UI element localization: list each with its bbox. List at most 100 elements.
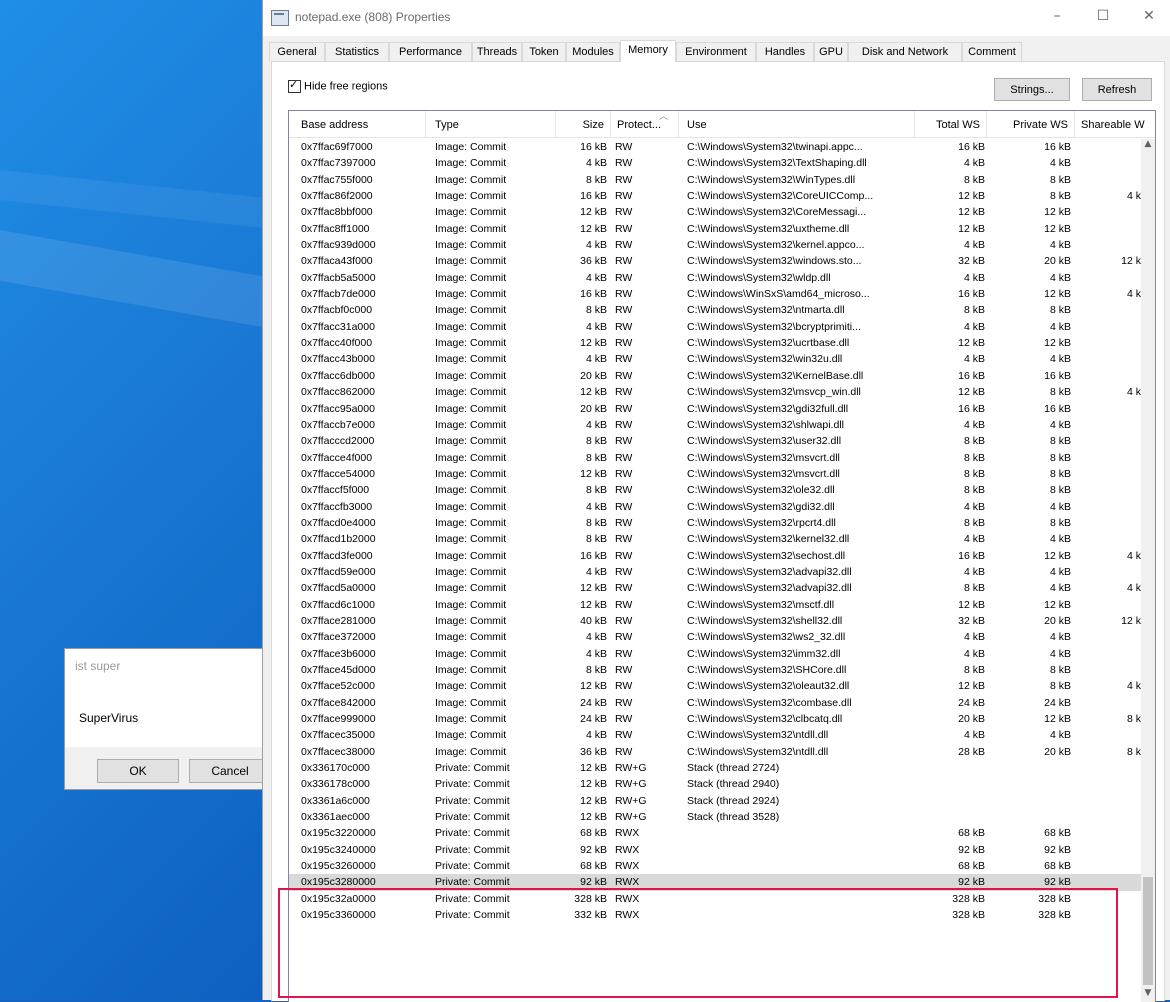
table-row[interactable]: 0x336170c000 Private: Commit 12 kB RW+G Stac… [289,760,1141,776]
cell-prot: RW+G [615,778,647,791]
table-row[interactable]: 0x7fface52c000 Image: Commit 12 kB RW C:\Win… [289,678,1141,694]
tab-comment[interactable]: Comment [962,42,1022,61]
tab-statistics[interactable]: Statistics [325,42,389,61]
table-row[interactable]: 0x7ffac86f2000 Image: Commit 16 kB RW C:\Win… [289,188,1141,204]
column-header-total-ws[interactable]: Total WS [915,111,987,137]
cell-pws: 8 kB [1049,173,1071,186]
table-row[interactable]: 0x195c3220000 Private: Commit 68 kB RWX 68 k… [289,825,1141,841]
table-row[interactable]: 0x7fface3b6000 Image: Commit 4 kB RW C:\Wind… [289,646,1141,662]
strings-button[interactable]: Strings... [994,78,1070,101]
table-row[interactable]: 0x195c32a0000 Private: Commit 328 kB RWX 328… [289,891,1141,907]
table-row[interactable]: 0x195c3280000 Private: Commit 92 kB RWX 92 k… [289,874,1141,891]
tab-disk-and-network[interactable]: Disk and Network [848,42,962,61]
memory-regions-list[interactable]: Base address Type Size Protect... Use To… [288,110,1156,1002]
table-row[interactable]: 0x7fface372000 Image: Commit 4 kB RW C:\Wind… [289,629,1141,645]
cell-base: 0x7ffacd1b2000 [301,533,376,546]
cell-sws [1079,302,1141,318]
hide-free-regions-checkbox[interactable]: Hide free regions [288,78,388,93]
table-row[interactable]: 0x7ffacc862000 Image: Commit 12 kB RW C:\Win… [289,384,1141,400]
cell-size: 4 kB [585,157,607,170]
table-row[interactable]: 0x7ffacce54000 Image: Commit 12 kB RW C:\Win… [289,466,1141,482]
column-header-base-address[interactable]: Base address [289,111,426,137]
cell-tws: 4 kB [963,320,985,333]
table-row[interactable]: 0x195c3260000 Private: Commit 68 kB RWX 68 k… [289,858,1141,874]
tab-memory[interactable]: Memory [620,40,676,62]
minimize-icon[interactable]: – [1047,8,1067,26]
table-row[interactable]: 0x7ffacccd2000 Image: Commit 8 kB RW C:\Wind… [289,433,1141,449]
table-row[interactable]: 0x7ffac939d000 Image: Commit 4 kB RW C:\Wind… [289,237,1141,253]
column-header-shareable-ws[interactable]: Shareable W [1075,111,1155,137]
maximize-icon[interactable]: ☐ [1093,8,1113,26]
cell-prot: RW+G [615,811,647,824]
table-row[interactable]: 0x7ffac755f000 Image: Commit 8 kB RW C:\Wind… [289,172,1141,188]
column-header-protection[interactable]: Protect... [611,111,679,137]
table-row[interactable]: 0x7ffac8ff1000 Image: Commit 12 kB RW C:\Win… [289,221,1141,237]
table-row[interactable]: 0x7ffacd6c1000 Image: Commit 12 kB RW C:\Win… [289,597,1141,613]
cell-pws: 12 kB [1044,549,1071,562]
tab-token[interactable]: Token [522,42,566,61]
cell-type: Image: Commit [435,353,507,366]
scroll-up-icon[interactable]: ▲ [1141,139,1155,153]
checkbox-checked-icon[interactable] [288,78,301,93]
table-row[interactable]: 0x7fface842000 Image: Commit 24 kB RW C:\Win… [289,695,1141,711]
column-header-type[interactable]: Type [426,111,556,137]
table-row[interactable]: 0x7ffac69f7000 Image: Commit 16 kB RW C:\Win… [289,139,1141,155]
table-row[interactable]: 0x7ffaccb7e000 Image: Commit 4 kB RW C:\Wind… [289,417,1141,433]
column-header-private-ws[interactable]: Private WS [987,111,1075,137]
table-row[interactable]: 0x7ffacd59e000 Image: Commit 4 kB RW C:\Wind… [289,564,1141,580]
title-bar[interactable]: notepad.exe (808) Properties – ☐ ✕ [263,0,1170,36]
table-row[interactable]: 0x7ffacc31a000 Image: Commit 4 kB RW C:\Wind… [289,319,1141,335]
cell-tws: 28 kB [958,745,985,758]
table-row[interactable]: 0x7ffacc40f000 Image: Commit 12 kB RW C:\Win… [289,335,1141,351]
tab-gpu[interactable]: GPU [814,42,848,61]
table-row[interactable]: 0x7fface999000 Image: Commit 24 kB RW C:\Win… [289,711,1141,727]
ok-button[interactable]: OK [97,759,179,783]
table-row[interactable]: 0x7ffaca43f000 Image: Commit 36 kB RW C:\Win… [289,253,1141,269]
table-row[interactable]: 0x7ffacec35000 Image: Commit 4 kB RW C:\Wind… [289,727,1141,743]
vertical-scrollbar[interactable]: ▲ ▼ [1141,139,1155,1002]
table-row[interactable]: 0x3361aec000 Private: Commit 12 kB RW+G Stac… [289,809,1141,825]
tab-performance[interactable]: Performance [389,42,472,61]
table-row[interactable]: 0x7ffaccfb3000 Image: Commit 4 kB RW C:\Wind… [289,499,1141,515]
table-row[interactable]: 0x7fface45d000 Image: Commit 8 kB RW C:\Wind… [289,662,1141,678]
cell-size: 12 kB [580,762,607,775]
cell-base: 0x7ffacccd2000 [301,435,375,448]
refresh-button[interactable]: Refresh [1082,78,1152,101]
table-row[interactable]: 0x7ffac7397000 Image: Commit 4 kB RW C:\Wind… [289,155,1141,171]
table-row[interactable]: 0x7ffacd5a0000 Image: Commit 12 kB RW C:\Win… [289,580,1141,596]
table-row[interactable]: 0x7ffacd1b2000 Image: Commit 8 kB RW C:\Wind… [289,531,1141,547]
table-row[interactable]: 0x7ffacec38000 Image: Commit 36 kB RW C:\Win… [289,744,1141,760]
table-row[interactable]: 0x7ffacb5a5000 Image: Commit 4 kB RW C:\Wind… [289,270,1141,286]
table-row[interactable]: 0x7ffacd3fe000 Image: Commit 16 kB RW C:\Win… [289,548,1141,564]
table-row[interactable]: 0x7ffacbf0c000 Image: Commit 8 kB RW C:\Wind… [289,302,1141,318]
table-row[interactable]: 0x7ffacc43b000 Image: Commit 4 kB RW C:\Wind… [289,351,1141,367]
tab-modules[interactable]: Modules [566,42,620,61]
table-row[interactable]: 0x7ffac8bbf000 Image: Commit 12 kB RW C:\Win… [289,204,1141,220]
scrollbar-thumb[interactable] [1143,877,1153,985]
column-header-size[interactable]: Size [556,111,611,137]
table-row[interactable]: 0x195c3360000 Private: Commit 332 kB RWX 328… [289,907,1141,923]
table-row[interactable]: 0x7ffacb7de000 Image: Commit 16 kB RW C:\Win… [289,286,1141,302]
table-row[interactable]: 0x7fface281000 Image: Commit 40 kB RW C:\Win… [289,613,1141,629]
tab-threads[interactable]: Threads [472,42,522,61]
cell-size: 12 kB [580,222,607,235]
table-row[interactable]: 0x7ffacc95a000 Image: Commit 20 kB RW C:\Win… [289,401,1141,417]
table-row[interactable]: 0x336178c000 Private: Commit 12 kB RW+G Stac… [289,776,1141,792]
cancel-button[interactable]: Cancel [189,759,271,783]
close-icon[interactable]: ✕ [1139,8,1159,26]
table-row[interactable]: 0x7ffacc6db000 Image: Commit 20 kB RW C:\Win… [289,368,1141,384]
table-row[interactable]: 0x3361a6c000 Private: Commit 12 kB RW+G Stac… [289,793,1141,809]
cell-prot: RWX [615,860,640,873]
table-row[interactable]: 0x7ffacce4f000 Image: Commit 8 kB RW C:\Wind… [289,450,1141,466]
cell-base: 0x7ffac8ff1000 [301,222,370,235]
table-row[interactable]: 0x195c3240000 Private: Commit 92 kB RWX 92 k… [289,842,1141,858]
cell-tws: 68 kB [958,860,985,873]
table-row[interactable]: 0x7ffaccf5f000 Image: Commit 8 kB RW C:\Wind… [289,482,1141,498]
cell-prot: RW [615,467,633,480]
tab-environment[interactable]: Environment [676,42,756,61]
tab-general[interactable]: General [269,42,325,61]
table-row[interactable]: 0x7ffacd0e4000 Image: Commit 8 kB RW C:\Wind… [289,515,1141,531]
cell-tws: 8 kB [963,173,985,186]
column-header-use[interactable]: Use [679,111,915,137]
tab-handles[interactable]: Handles [756,42,814,61]
